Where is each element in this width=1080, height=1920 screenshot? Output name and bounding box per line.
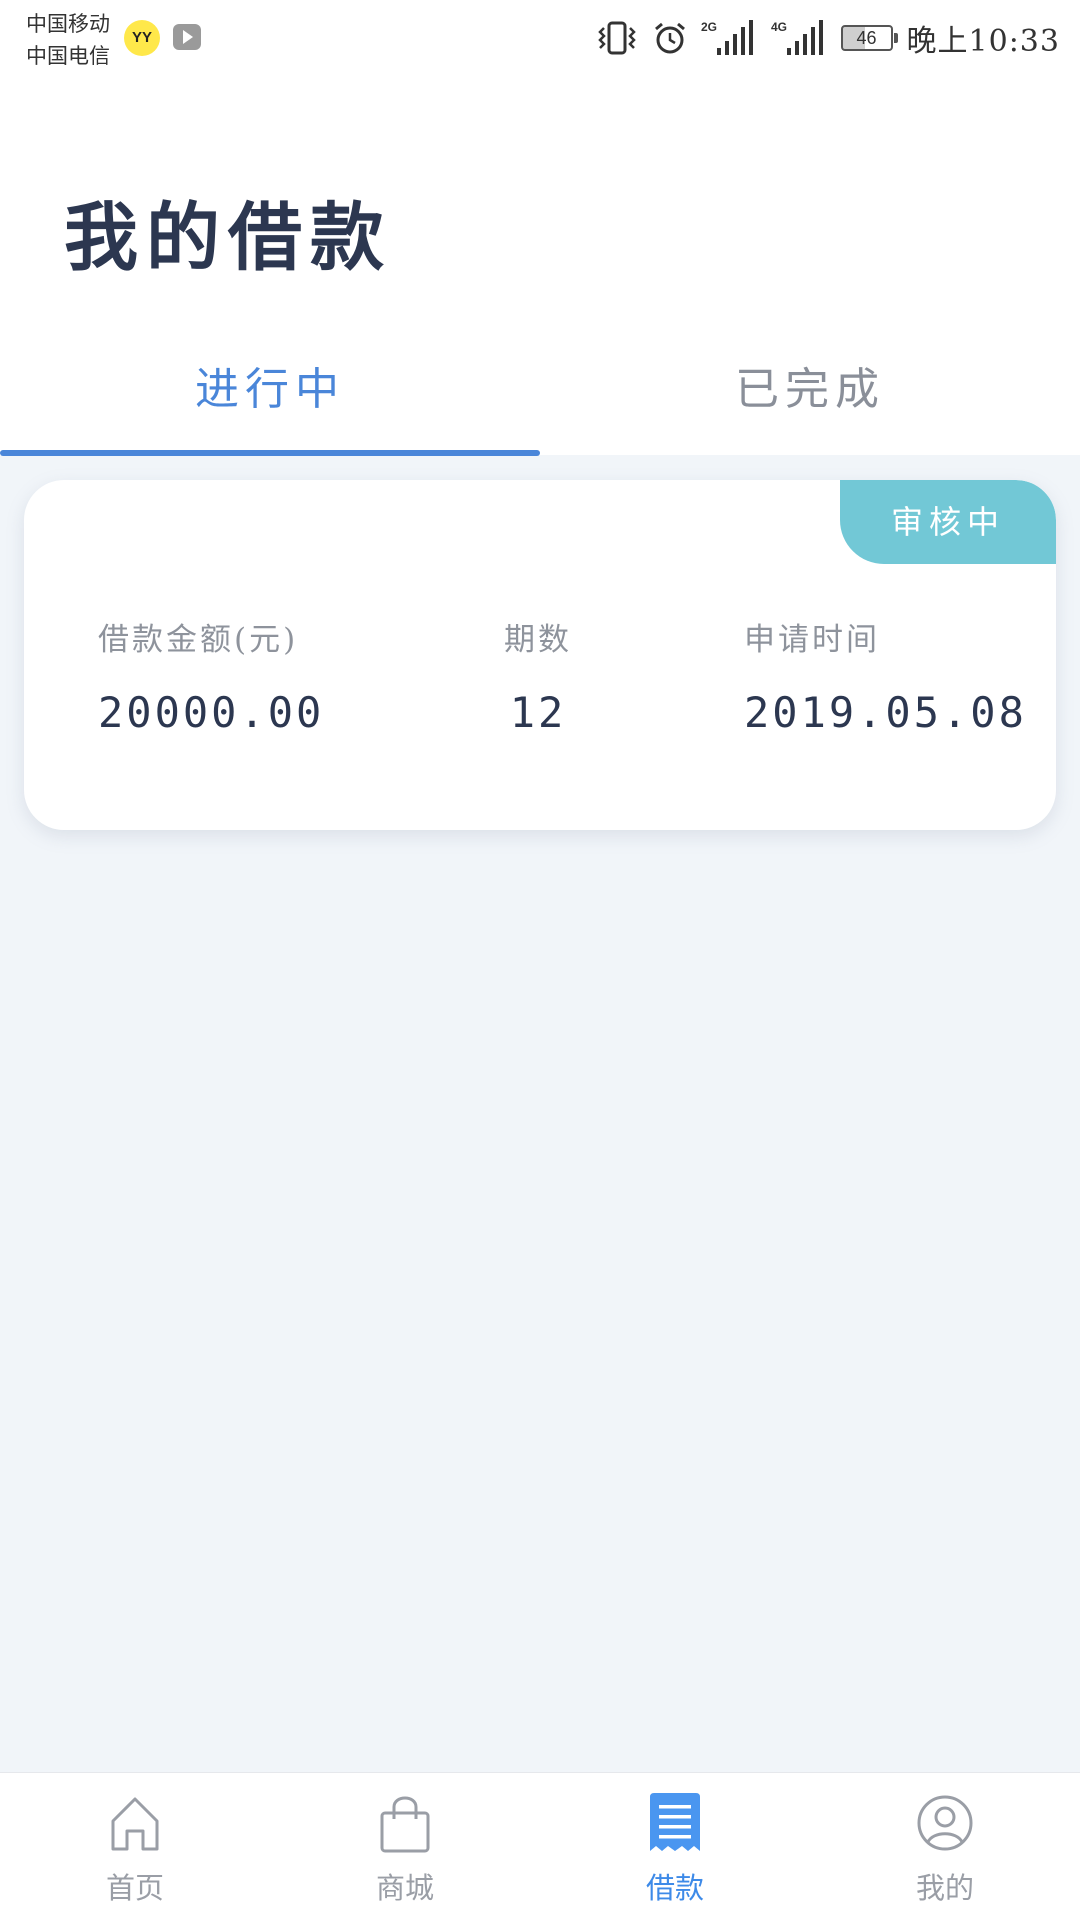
carrier-2: 中国电信 bbox=[26, 44, 110, 68]
loan-amount-label: 借款金额(元) bbox=[98, 622, 299, 658]
nav-home[interactable]: 首页 bbox=[0, 1773, 270, 1920]
nav-mine-label: 我的 bbox=[915, 1873, 974, 1905]
signal-2g-icon: 2G bbox=[701, 20, 753, 55]
status-bar: 中国移动 中国电信 YY 2G 4G 46 晚上10:33 bbox=[0, 0, 1080, 78]
loan-amount-value: 20000.00 bbox=[98, 688, 325, 737]
status-time: 晚上10:33 bbox=[906, 24, 1060, 59]
loan-tabs: 进行中 已完成 bbox=[0, 340, 1080, 455]
vibrate-icon bbox=[597, 21, 636, 55]
tab-completed[interactable]: 已完成 bbox=[540, 340, 1080, 455]
network-type-1: 2G bbox=[701, 20, 717, 34]
video-play-icon bbox=[173, 24, 201, 50]
battery-icon: 46 bbox=[840, 25, 898, 51]
loan-amount-field: 借款金额(元) 20000.00 bbox=[98, 620, 324, 738]
loan-periods-field: 期数 12 bbox=[504, 620, 572, 738]
network-type-2: 4G bbox=[771, 20, 787, 34]
carrier-1: 中国移动 bbox=[26, 12, 110, 36]
user-profile-icon bbox=[917, 1795, 973, 1851]
carrier-info: 中国移动 中国电信 bbox=[26, 8, 110, 72]
nav-loan[interactable]: 借款 bbox=[540, 1773, 810, 1920]
shopping-bag-icon bbox=[380, 1796, 430, 1853]
apply-date-label: 申请时间 bbox=[744, 622, 880, 658]
apply-date-value: 2019.05.08 bbox=[744, 688, 1027, 737]
status-indicators: 2G 4G 46 晚上10:33 bbox=[595, 14, 1060, 62]
header-area: 中国移动 中国电信 YY 2G 4G 46 晚上10:33 我的借款 进行中 已… bbox=[0, 0, 1080, 456]
signal-4g-icon: 4G bbox=[771, 20, 823, 55]
nav-mine[interactable]: 我的 bbox=[810, 1773, 1080, 1920]
status-badge: 审核中 bbox=[840, 480, 1056, 564]
loan-periods-label: 期数 bbox=[504, 622, 572, 658]
page-title: 我的借款 bbox=[64, 195, 392, 281]
loan-document-icon bbox=[650, 1793, 700, 1851]
active-tab-indicator bbox=[0, 450, 540, 456]
nav-mall-label: 商城 bbox=[375, 1873, 434, 1905]
yy-app-icon: YY bbox=[124, 20, 160, 56]
loan-card[interactable]: 审核中 借款金额(元) 20000.00 期数 12 申请时间 2019.05.… bbox=[24, 480, 1056, 830]
apply-date-field: 申请时间 2019.05.08 bbox=[744, 620, 1027, 738]
tab-in-progress[interactable]: 进行中 bbox=[0, 340, 540, 455]
bottom-nav: 首页 商城 借款 我的 bbox=[0, 1772, 1080, 1920]
loan-periods-value: 12 bbox=[509, 688, 567, 737]
nav-home-label: 首页 bbox=[105, 1873, 164, 1905]
loan-screen: 中国移动 中国电信 YY 2G 4G 46 晚上10:33 我的借款 进行中 已… bbox=[0, 0, 1080, 1920]
nav-loan-label: 借款 bbox=[645, 1873, 704, 1905]
alarm-icon bbox=[654, 22, 685, 54]
home-icon bbox=[111, 1797, 159, 1851]
nav-mall[interactable]: 商城 bbox=[270, 1773, 540, 1920]
